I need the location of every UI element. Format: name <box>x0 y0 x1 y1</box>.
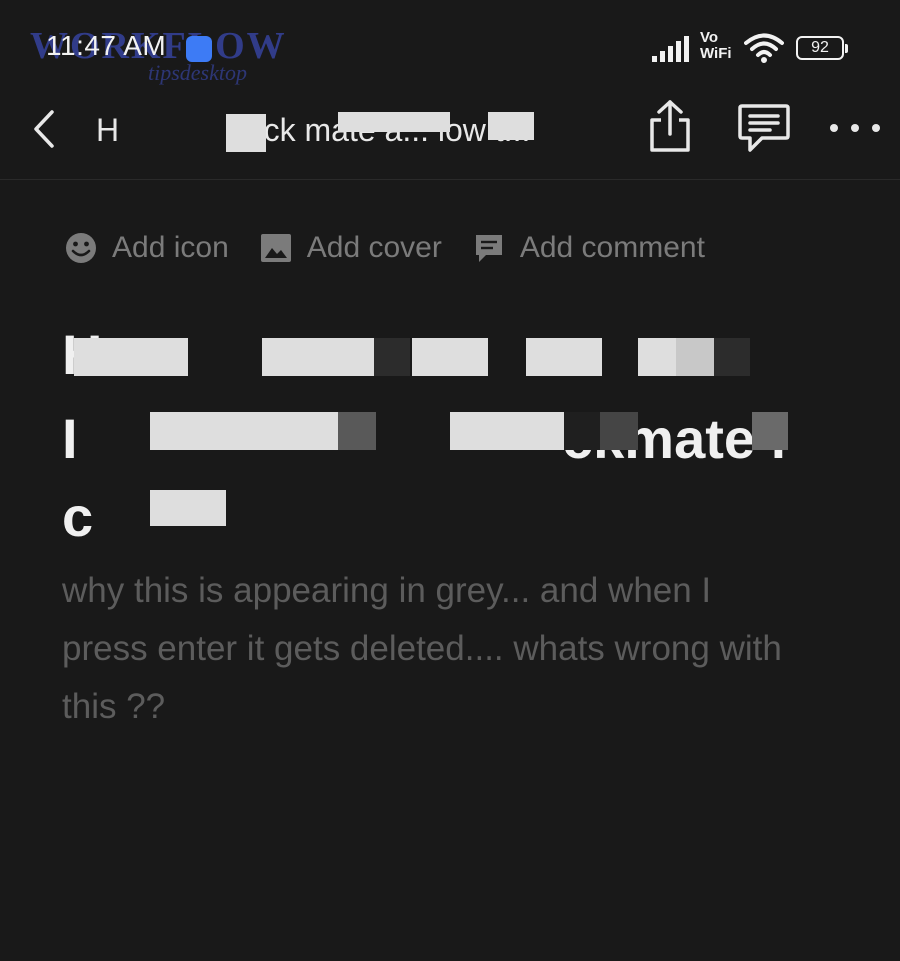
redaction-block <box>374 338 410 376</box>
add-cover-button[interactable]: Add cover <box>259 231 442 265</box>
cellular-signal-icon <box>652 36 689 62</box>
comment-icon <box>475 235 502 262</box>
comments-icon[interactable] <box>736 102 792 156</box>
add-comment-button[interactable]: Add comment <box>472 231 705 265</box>
title-line-3: c <box>62 485 94 548</box>
redaction-block <box>338 112 450 132</box>
redaction-block <box>488 112 534 140</box>
redaction-block <box>74 338 188 376</box>
add-cover-label: Add cover <box>306 231 442 264</box>
redaction-block <box>600 412 638 450</box>
redaction-block <box>564 412 600 450</box>
share-icon[interactable] <box>645 98 695 156</box>
page-quick-actions: Add icon Add cover Add comment <box>64 228 735 268</box>
redaction-block <box>526 338 602 376</box>
vowifi-indicator: Vo WiFi <box>700 30 732 62</box>
redaction-block <box>714 338 750 376</box>
redaction-block <box>338 412 376 450</box>
redaction-block <box>412 338 488 376</box>
top-nav-bar: H neck mate a... low t... <box>0 90 900 180</box>
redaction-block <box>676 338 714 376</box>
notification-app-icon <box>186 36 212 62</box>
redaction-block <box>150 412 338 450</box>
status-bar: WORKFLOW tipsdesktop 11:47 AM Vo WiFi 92 <box>0 0 900 90</box>
status-time: 11:47 AM <box>46 30 167 61</box>
add-comment-label: Add comment <box>519 231 705 264</box>
smiley-icon <box>66 233 96 263</box>
redaction-block <box>150 490 226 526</box>
vowifi-bottom-label: WiFi <box>700 45 732 62</box>
wifi-icon <box>744 33 784 63</box>
redaction-block <box>638 338 676 376</box>
more-options-icon[interactable] <box>828 118 882 138</box>
add-icon-label: Add icon <box>112 231 229 264</box>
battery-indicator: 92 <box>796 36 848 60</box>
title-line-2: I <box>62 407 78 470</box>
vowifi-top-label: Vo <box>700 29 719 46</box>
add-icon-button[interactable]: Add icon <box>64 231 229 265</box>
breadcrumb-parent[interactable]: H <box>96 112 119 149</box>
page-body-text[interactable]: why this is appearing in grey... and whe… <box>62 562 802 736</box>
redaction-block <box>262 338 374 376</box>
back-chevron-icon[interactable] <box>28 108 64 150</box>
redaction-block <box>752 412 788 450</box>
image-icon <box>260 234 291 262</box>
watermark-subtitle: tipsdesktop <box>148 60 247 85</box>
redaction-block <box>226 114 266 152</box>
redaction-block <box>450 412 564 450</box>
page-title[interactable]: H I ckmate in c <box>62 322 802 548</box>
